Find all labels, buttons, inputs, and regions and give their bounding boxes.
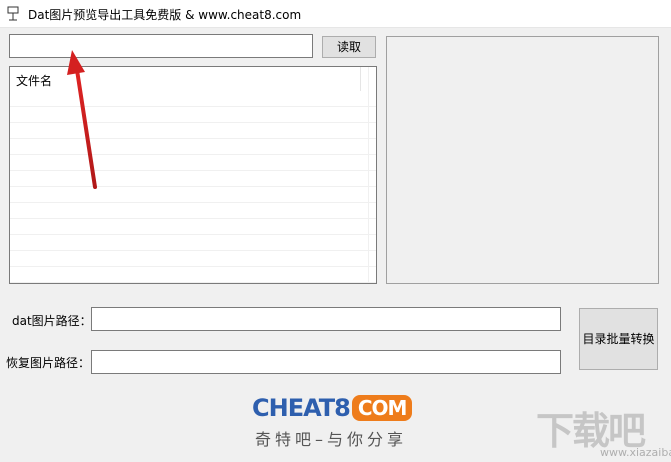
title-bar: Dat图片预览导出工具免费版 & www.cheat8.com — [0, 0, 671, 28]
window-title: Dat图片预览导出工具免费版 & www.cheat8.com — [28, 8, 302, 22]
app-window-icon — [7, 6, 19, 21]
list-item — [10, 91, 376, 107]
list-item — [10, 155, 376, 171]
logo-text-com: COM — [351, 395, 413, 421]
slogan: 奇特吧–与你分享 — [255, 430, 408, 449]
list-item — [10, 171, 376, 187]
header-separator — [360, 67, 361, 91]
logo-text-cheat: CHEAT8 — [252, 394, 351, 422]
restore-path-input[interactable] — [91, 350, 561, 374]
list-item — [10, 107, 376, 123]
column-header-filename: 文件名 — [16, 74, 53, 88]
list-item — [10, 123, 376, 139]
image-preview-panel — [386, 36, 659, 284]
cheat8-logo: CHEAT8 COM — [252, 394, 413, 422]
list-item — [10, 187, 376, 203]
file-list-header[interactable]: 文件名 — [10, 67, 360, 91]
dat-path-input[interactable] — [91, 307, 561, 331]
file-path-input[interactable] — [9, 34, 313, 58]
list-item — [10, 267, 376, 283]
read-button[interactable]: 读取 — [322, 36, 376, 58]
batch-convert-button[interactable]: 目录批量转换 — [579, 308, 658, 370]
restore-path-label: 恢复图片路径： — [6, 356, 91, 370]
list-item — [10, 235, 376, 251]
list-item — [10, 219, 376, 235]
file-list-rows — [10, 91, 376, 283]
list-item — [10, 139, 376, 155]
watermark-url: www.xiazaiba.com — [600, 446, 671, 459]
list-item — [10, 203, 376, 219]
column-divider — [368, 67, 369, 283]
dat-path-label: dat图片路径： — [12, 314, 92, 328]
list-item — [10, 251, 376, 267]
file-list[interactable]: 文件名 — [9, 66, 377, 284]
